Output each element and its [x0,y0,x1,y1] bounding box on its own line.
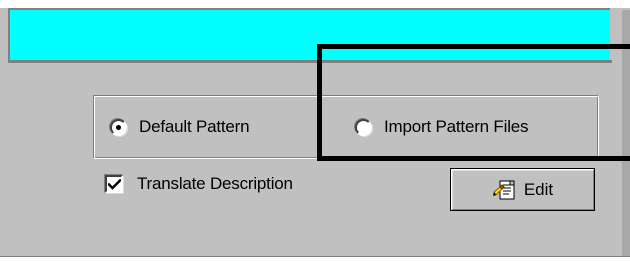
panel-right-edge [622,10,630,261]
preview-area [8,8,610,60]
edit-document-icon [492,180,515,199]
preview-area-shadow [8,60,612,63]
default-pattern-label: Default Pattern [139,117,250,136]
checkbox-box [105,175,123,193]
edit-button-label: Edit [523,179,554,199]
panel-top-edge [0,0,630,8]
radio-circle-icon [355,118,372,136]
import-pattern-label: Import Pattern Files [384,117,529,136]
translate-description-label: Translate Description [137,174,293,193]
panel-bottom-highlight [0,257,630,261]
default-pattern-radio[interactable]: Default Pattern [110,116,250,138]
radio-circle-icon [110,118,127,136]
translate-description-checkbox[interactable]: Translate Description [105,172,293,196]
checkmark-icon [107,178,121,190]
edit-button[interactable]: Edit [450,168,595,211]
import-pattern-radio[interactable]: Import Pattern Files [355,116,529,138]
radio-selected-dot-icon [116,124,121,130]
